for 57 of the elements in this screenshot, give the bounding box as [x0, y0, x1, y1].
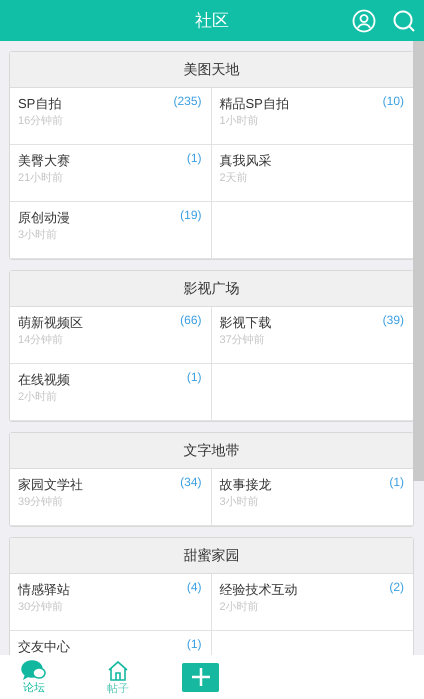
- last-post-time: 14分钟前: [18, 333, 64, 348]
- last-post-time: 3小时前: [220, 495, 259, 510]
- post-count: (10): [382, 93, 404, 110]
- house-icon: [106, 658, 130, 682]
- forum-name: 家园文学社: [18, 476, 83, 494]
- last-post-time: 2小时前: [220, 600, 259, 615]
- forum-item[interactable]: 美臀大赛 21小时前 (1): [10, 145, 212, 202]
- post-count: (1): [186, 369, 202, 386]
- add-button[interactable]: [182, 662, 219, 692]
- section-title: 影视广场: [184, 279, 240, 298]
- post-count: (1): [186, 150, 202, 167]
- chat-bubbles-icon: [21, 660, 47, 682]
- post-count: (1): [389, 474, 404, 491]
- section-title: 甜蜜家园: [184, 546, 240, 565]
- post-count: (19): [180, 207, 202, 224]
- forum-name: 原创动漫: [18, 209, 70, 227]
- forum-item[interactable]: 原创动漫 3小时前 (19): [10, 202, 212, 259]
- last-post-time: 37分钟前: [220, 333, 265, 348]
- last-post-time: 39分钟前: [18, 495, 64, 510]
- forum-name: 影视下载: [220, 314, 272, 332]
- section-title: 美图天地: [184, 60, 240, 79]
- forum-name: 萌新视频区: [18, 314, 83, 332]
- forum-item[interactable]: 故事接龙 3小时前 (1): [212, 469, 413, 526]
- last-post-time: 2天前: [220, 171, 248, 186]
- forum-item[interactable]: 情感驿站 30分钟前 (4): [10, 574, 212, 631]
- post-count: (39): [382, 312, 404, 329]
- forum-item[interactable]: 家园文学社 39分钟前 (34): [10, 469, 212, 526]
- forum-name: 情感驿站: [18, 581, 70, 599]
- search-icon[interactable]: [392, 8, 416, 32]
- forum-name: 精品SP自拍: [220, 95, 289, 113]
- post-count: (1): [186, 636, 202, 653]
- plus-icon: [190, 667, 210, 687]
- forum-item[interactable]: SP自拍 16分钟前 (235): [10, 88, 212, 145]
- scrollbar[interactable]: [413, 41, 424, 481]
- last-post-time: 3小时前: [18, 228, 58, 243]
- user-icon[interactable]: [352, 8, 376, 32]
- forum-name: 在线视频: [18, 371, 70, 389]
- post-count: (4): [186, 579, 202, 596]
- forum-name: 美臀大赛: [18, 152, 70, 170]
- section-title: 文字地带: [184, 441, 240, 460]
- forum-item[interactable]: 萌新视频区 14分钟前 (66): [10, 307, 212, 364]
- forum-name: 真我风采: [220, 152, 272, 170]
- last-post-time: 30分钟前: [18, 600, 64, 615]
- forum-name: SP自拍: [18, 95, 62, 113]
- last-post-time: 21小时前: [18, 171, 64, 186]
- post-count: (66): [180, 312, 202, 329]
- post-count: (2): [389, 579, 404, 596]
- post-count: (34): [180, 474, 202, 491]
- forum-name: 故事接龙: [220, 476, 272, 494]
- forum-name: 经验技术互动: [220, 581, 298, 599]
- post-count: (235): [173, 93, 202, 110]
- last-post-time: 1小时前: [220, 114, 259, 129]
- forum-name: 交友中心: [18, 638, 70, 655]
- last-post-time: 2小时前: [18, 390, 58, 405]
- forum-item[interactable]: 在线视频 2小时前 (1): [10, 364, 212, 421]
- page-title: 社区: [195, 10, 229, 32]
- last-post-time: 16分钟前: [18, 114, 64, 129]
